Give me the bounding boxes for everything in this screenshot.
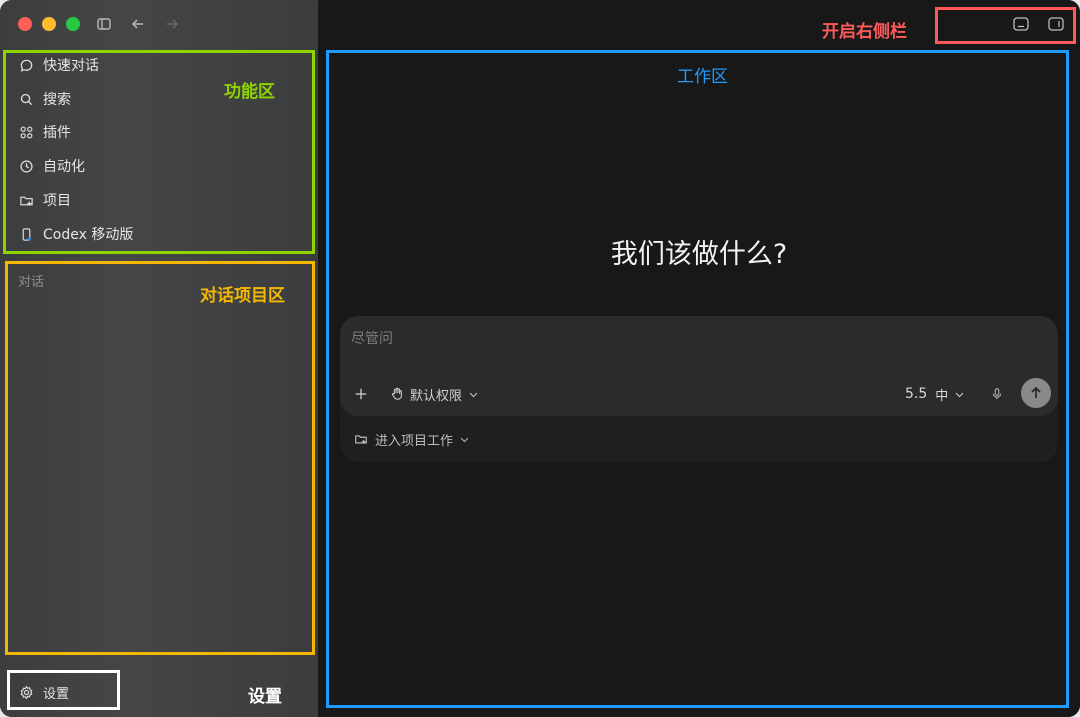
microphone-icon	[992, 388, 1002, 400]
sidebar-item-label: Codex 移动版	[43, 227, 134, 243]
app-window: 快速对话 搜索 插件 自动化 项目 Codex 移动版 对话 设置 我们该做什么…	[0, 0, 1080, 717]
hand-icon	[390, 387, 404, 401]
sidebar-item-label: 项目	[43, 193, 71, 209]
add-attachment-button[interactable]	[354, 384, 370, 404]
mobile-phone-icon	[18, 226, 34, 242]
folder-add-icon	[354, 432, 368, 446]
conversations-section-label: 对话	[18, 275, 45, 290]
settings-button[interactable]: 设置	[18, 681, 69, 703]
toggle-sidebar-icon[interactable]	[94, 14, 114, 34]
project-label: 进入项目工作	[375, 433, 454, 449]
sidebar-item-codex-mobile[interactable]: Codex 移动版	[18, 223, 133, 245]
right-sidebar-toggle-icon[interactable]	[1047, 16, 1065, 32]
sidebar-item-plugins[interactable]: 插件	[18, 121, 71, 143]
model-dropdown[interactable]: 5.5 中	[905, 384, 965, 404]
chevron-down-icon	[468, 389, 479, 400]
settings-annotation-label: 设置	[248, 687, 282, 707]
send-button[interactable]	[1021, 378, 1051, 408]
sidebar-item-label: 快速对话	[43, 58, 99, 74]
bottom-panel-toggle-icon[interactable]	[1012, 16, 1030, 32]
chevron-down-icon	[459, 434, 470, 445]
sidebar-item-label: 插件	[43, 125, 71, 141]
folder-add-icon	[18, 192, 34, 208]
chat-input[interactable]: 尽管问	[351, 328, 393, 348]
chevron-down-icon	[954, 389, 965, 400]
close-window-button[interactable]	[18, 17, 32, 31]
permission-label: 默认权限	[410, 388, 463, 404]
microphone-button[interactable]	[990, 384, 1006, 404]
minimize-window-button[interactable]	[42, 17, 56, 31]
forward-arrow-icon[interactable]	[162, 14, 182, 34]
sidebar-item-automation[interactable]: 自动化	[18, 155, 85, 177]
permission-dropdown[interactable]: 默认权限	[390, 384, 479, 404]
back-arrow-icon[interactable]	[128, 14, 148, 34]
sidebar-item-projects[interactable]: 项目	[18, 189, 71, 211]
right-sidebar-annotation-label: 开启右侧栏	[822, 22, 907, 42]
arrow-up-icon	[1031, 386, 1041, 398]
plugins-grid-icon	[18, 124, 34, 140]
page-title: 我们该做什么?	[610, 239, 788, 270]
conversation-area-annotation-label: 对话项目区	[200, 286, 285, 306]
model-speed: 中	[935, 388, 949, 404]
gear-icon	[18, 684, 34, 700]
function-area-annotation-label: 功能区	[224, 82, 275, 102]
enter-project-dropdown[interactable]: 进入项目工作	[354, 429, 470, 449]
sidebar: 快速对话 搜索 插件 自动化 项目 Codex 移动版 对话 设置	[0, 0, 318, 717]
sidebar-item-search[interactable]: 搜索	[18, 88, 71, 110]
clock-icon	[18, 158, 34, 174]
search-icon	[18, 91, 34, 107]
plus-icon	[355, 388, 367, 400]
workspace-annotation-label: 工作区	[677, 67, 728, 87]
settings-label: 设置	[43, 686, 70, 702]
zoom-window-button[interactable]	[66, 17, 80, 31]
model-version: 5.5	[905, 386, 928, 402]
chat-bubble-icon	[18, 57, 34, 73]
sidebar-item-label: 自动化	[43, 159, 85, 175]
sidebar-item-quick-chat[interactable]: 快速对话	[18, 54, 99, 76]
sidebar-item-label: 搜索	[43, 92, 71, 108]
